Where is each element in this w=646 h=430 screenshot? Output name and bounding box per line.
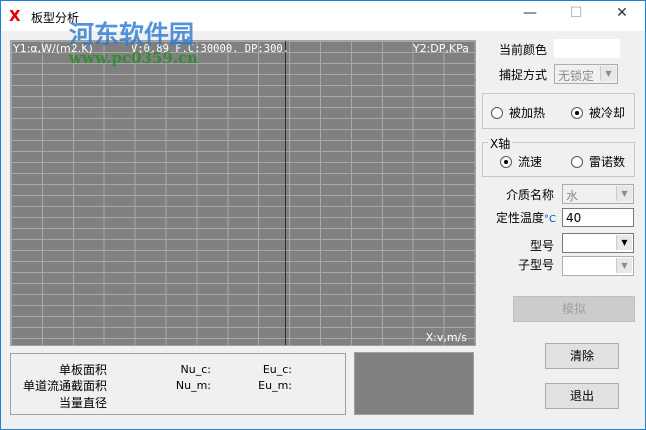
radio-heated-label: 被加热 xyxy=(509,106,546,120)
maximize-button[interactable]: ☐ xyxy=(553,5,599,27)
nu-m-label: Nu_m: xyxy=(175,379,211,392)
chevron-down-icon: ▼ xyxy=(616,258,632,273)
simulate-button[interactable]: 模拟 xyxy=(513,296,635,322)
chevron-down-icon: ▼ xyxy=(616,235,632,250)
medium-label: 介质名称 xyxy=(506,188,555,202)
chevron-down-icon: ▼ xyxy=(616,186,632,201)
radio-cooled-label: 被冷却 xyxy=(589,106,626,120)
chart-area[interactable]: Y1:α,W/(m2.K) V:0.89 F.C:30000. DP:300. … xyxy=(10,40,476,346)
submodel-select[interactable]: ▼ xyxy=(562,256,634,276)
temp-label-text: 定性温度 xyxy=(496,211,545,225)
eu-m-label: Eu_m: xyxy=(258,379,292,392)
clear-button[interactable]: 清除 xyxy=(545,343,619,369)
results-panel: 单板面积 单道流通截面积 当量直径 Nu_c: Nu_m: Eu_c: Eu_m… xyxy=(10,353,346,415)
radio-checked-icon xyxy=(571,106,583,119)
exit-button[interactable]: 退出 xyxy=(545,383,619,409)
heat-mode-group: 被加热 被冷却 xyxy=(482,93,635,129)
y2-axis-label: Y2:DP,KPa xyxy=(412,42,469,55)
capture-value: 无锁定 xyxy=(558,69,595,83)
radio-reynolds[interactable]: 雷诺数 xyxy=(571,153,625,170)
main-window: X 板型分析 — ☐ ✕ Y1:α,W/(m2.K) V:0.89 F.C:30… xyxy=(0,0,646,430)
model-select[interactable]: ▼ xyxy=(562,233,634,253)
preview-box xyxy=(354,352,474,415)
medium-select[interactable]: 水 ▼ xyxy=(562,184,634,204)
capture-label: 捕捉方式 xyxy=(499,68,548,82)
radio-heated[interactable]: 被加热 xyxy=(491,104,545,121)
radio-flow[interactable]: 流速 xyxy=(500,153,542,170)
medium-value: 水 xyxy=(566,189,579,203)
radio-checked-icon xyxy=(500,155,512,168)
minimize-button[interactable]: — xyxy=(507,5,553,27)
radio-reynolds-label: 雷诺数 xyxy=(589,155,626,169)
temp-unit: °C xyxy=(544,214,556,225)
close-button[interactable]: ✕ xyxy=(599,5,645,27)
nu-c-label: Nu_c: xyxy=(180,363,211,376)
app-logo-icon: X xyxy=(9,7,21,25)
submodel-label: 子型号 xyxy=(518,258,555,272)
channel-area-label: 单道流通截面积 xyxy=(22,379,107,393)
current-color-label: 当前颜色 xyxy=(499,43,548,57)
x-axis-group: X轴 流速 雷诺数 xyxy=(482,135,635,177)
watermark-url: www.pc0359.cn xyxy=(69,49,199,67)
radio-circle-icon xyxy=(571,155,583,168)
radio-flow-label: 流速 xyxy=(518,155,543,169)
watermark-name: 河东软件园 xyxy=(69,20,195,49)
temp-value: 40 xyxy=(566,211,582,225)
temp-label: 定性温度°C xyxy=(496,209,556,226)
model-label: 型号 xyxy=(530,239,555,253)
current-color-swatch xyxy=(554,39,620,58)
x-axis-label: X:v,m/s xyxy=(425,331,467,344)
plate-area-label: 单板面积 xyxy=(58,363,107,377)
chevron-down-icon: ▼ xyxy=(600,66,616,81)
eq-diameter-label: 当量直径 xyxy=(58,396,107,410)
x-axis-group-title: X轴 xyxy=(488,135,513,152)
radio-cooled[interactable]: 被冷却 xyxy=(571,104,625,121)
cursor-line xyxy=(285,41,286,345)
radio-circle-icon xyxy=(491,106,503,119)
capture-select[interactable]: 无锁定 ▼ xyxy=(554,64,618,84)
temp-input[interactable]: 40 xyxy=(562,208,634,227)
eu-c-label: Eu_c: xyxy=(262,363,292,376)
